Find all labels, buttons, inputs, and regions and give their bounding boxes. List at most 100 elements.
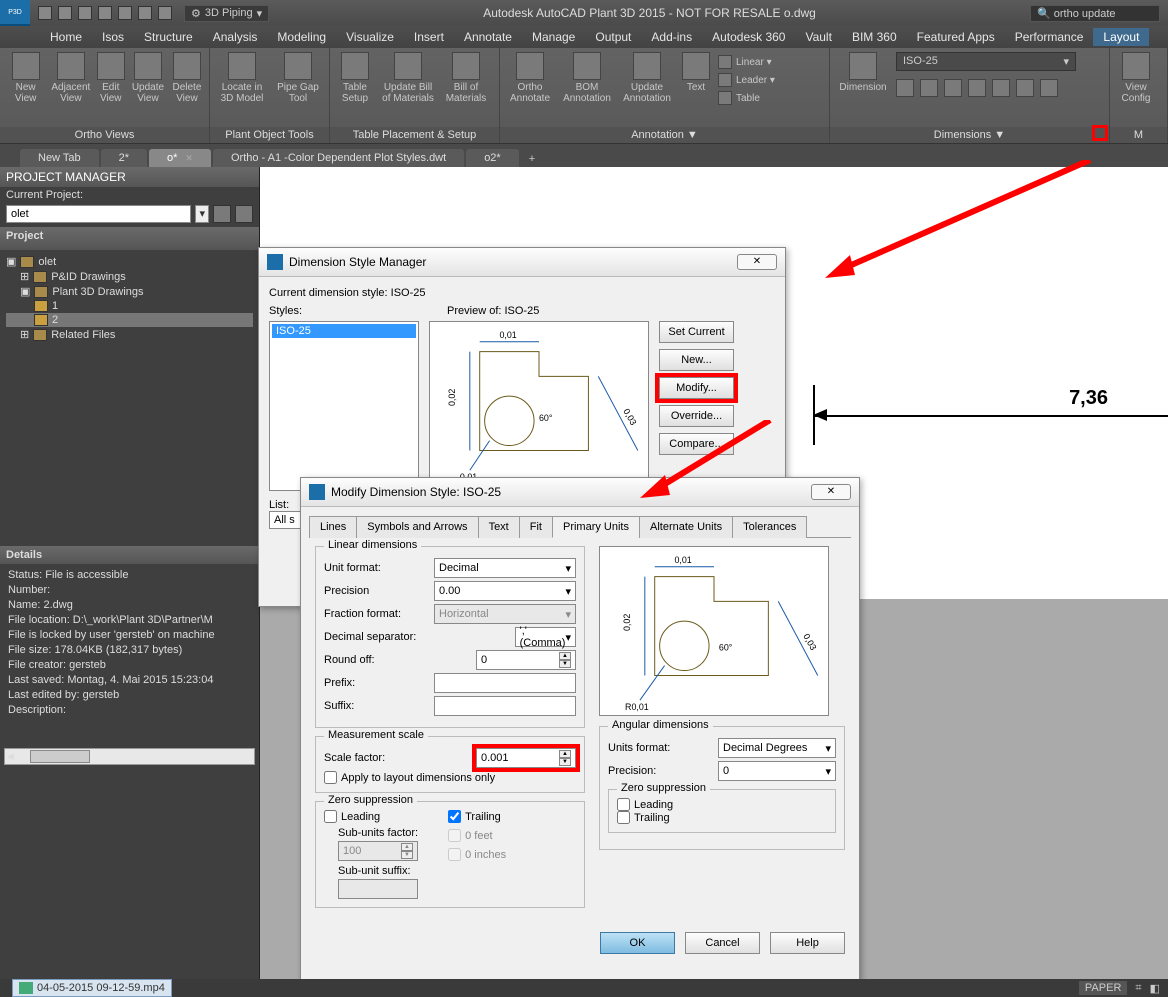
menu-addins[interactable]: Add-ins — [641, 28, 702, 46]
tab-text[interactable]: Text — [478, 516, 520, 538]
qat-saveas-icon[interactable] — [98, 6, 112, 20]
tab-primary-units[interactable]: Primary Units — [552, 516, 640, 538]
app-menu-icon[interactable]: P3D — [0, 0, 30, 26]
tab-symbols[interactable]: Symbols and Arrows — [356, 516, 478, 538]
btn-linear[interactable]: Linear ▾ — [718, 54, 775, 70]
dim-icon-1[interactable] — [896, 79, 914, 97]
tab-close-icon[interactable]: ✕ — [185, 153, 193, 163]
ang-trailing-checkbox[interactable] — [617, 811, 630, 824]
menu-featured[interactable]: Featured Apps — [907, 28, 1005, 46]
tab-2[interactable]: 2* — [101, 149, 147, 167]
space-toggle[interactable]: PAPER — [1079, 981, 1127, 995]
qat-undo-icon[interactable] — [138, 6, 152, 20]
menu-home[interactable]: Home — [40, 28, 92, 46]
btn-leader[interactable]: Leader ▾ — [718, 72, 775, 88]
btn-text[interactable]: Text — [680, 52, 712, 93]
scale-factor-input[interactable]: 0.001▲▼ — [476, 748, 576, 768]
tab-new[interactable]: New Tab — [20, 149, 99, 167]
btn-update-bom[interactable]: Update Bill of Materials — [380, 52, 436, 104]
tab-o[interactable]: o*✕ — [149, 149, 211, 167]
refresh-icon[interactable] — [213, 205, 231, 223]
cancel-button[interactable]: Cancel — [685, 932, 760, 954]
btn-table-setup[interactable]: Table Setup — [336, 52, 374, 104]
btn-update-annotation[interactable]: Update Annotation — [620, 52, 674, 104]
status-icon[interactable]: ◧ — [1150, 982, 1160, 995]
menu-manage[interactable]: Manage — [522, 28, 585, 46]
tab-fit[interactable]: Fit — [519, 516, 553, 538]
btn-update-view[interactable]: Update View — [131, 52, 165, 104]
btn-new-view[interactable]: New View — [6, 52, 45, 104]
btn-delete-view[interactable]: Delete View — [171, 52, 203, 104]
close-icon[interactable]: ✕ — [737, 254, 777, 270]
tab-add[interactable]: + — [521, 151, 543, 167]
set-current-button[interactable]: Set Current — [659, 321, 734, 343]
menu-a360[interactable]: Autodesk 360 — [702, 28, 795, 46]
ok-button[interactable]: OK — [600, 932, 675, 954]
tab-lines[interactable]: Lines — [309, 516, 357, 538]
new-button[interactable]: New... — [659, 349, 734, 371]
dim-icon-3[interactable] — [944, 79, 962, 97]
menu-performance[interactable]: Performance — [1005, 28, 1094, 46]
menu-bim360[interactable]: BIM 360 — [842, 28, 907, 46]
btn-table[interactable]: Table — [718, 90, 775, 106]
dim-icon-2[interactable] — [920, 79, 938, 97]
chevron-down-icon[interactable]: ▾ — [195, 205, 209, 223]
details-scrollbar[interactable]: ◄ — [4, 748, 255, 765]
help-button[interactable]: Help — [770, 932, 845, 954]
btn-pipe-gap[interactable]: Pipe Gap Tool — [274, 52, 322, 104]
menu-modeling[interactable]: Modeling — [267, 28, 336, 46]
qat-new-icon[interactable] — [38, 6, 52, 20]
qat-redo-icon[interactable] — [158, 6, 172, 20]
qat-open-icon[interactable] — [58, 6, 72, 20]
ang-leading-checkbox[interactable] — [617, 798, 630, 811]
menu-isos[interactable]: Isos — [92, 28, 134, 46]
modify-button[interactable]: Modify... — [659, 377, 734, 399]
precision-combo[interactable]: 0.00▾ — [434, 581, 576, 601]
project-tree[interactable]: ▣olet ⊞P&ID Drawings ▣Plant 3D Drawings … — [0, 250, 259, 346]
round-input[interactable]: 0▲▼ — [476, 650, 576, 670]
tab-o2[interactable]: o2* — [466, 149, 519, 167]
leading-checkbox[interactable] — [324, 810, 337, 823]
gear-icon[interactable] — [235, 205, 253, 223]
suffix-input[interactable] — [434, 696, 576, 716]
btn-adjacent-view[interactable]: Adjacent View — [51, 52, 90, 104]
ang-format-combo[interactable]: Decimal Degrees▾ — [718, 738, 836, 758]
menu-vault[interactable]: Vault — [795, 28, 841, 46]
btn-view-config[interactable]: View Config — [1116, 52, 1156, 104]
menu-visualize[interactable]: Visualize — [336, 28, 404, 46]
qat-plot-icon[interactable] — [118, 6, 132, 20]
btn-locate-3d[interactable]: Locate in 3D Model — [216, 52, 268, 104]
tab-ortho[interactable]: Ortho - A1 -Color Dependent Plot Styles.… — [213, 149, 464, 167]
group-annotation[interactable]: Annotation ▼ — [500, 127, 829, 143]
styles-list[interactable]: ISO-25 — [269, 321, 419, 491]
tab-tolerances[interactable]: Tolerances — [732, 516, 807, 538]
trailing-checkbox[interactable] — [448, 810, 461, 823]
dim-icon-7[interactable] — [1040, 79, 1058, 97]
tab-alternate[interactable]: Alternate Units — [639, 516, 733, 538]
unit-format-combo[interactable]: Decimal▾ — [434, 558, 576, 578]
btn-dimension[interactable]: Dimension — [836, 52, 890, 93]
search-input[interactable]: 🔍 ortho update — [1030, 5, 1160, 22]
menu-insert[interactable]: Insert — [404, 28, 454, 46]
menu-layout[interactable]: Layout — [1093, 28, 1149, 46]
current-project-combo[interactable] — [6, 205, 191, 223]
taskbar-file[interactable]: 04-05-2015 09-12-59.mp4 — [12, 979, 172, 997]
panel-expand-button[interactable] — [1092, 125, 1108, 141]
dim-icon-6[interactable] — [1016, 79, 1034, 97]
btn-bom-annotation[interactable]: BOM Annotation — [560, 52, 614, 104]
override-button[interactable]: Override... — [659, 405, 734, 427]
menu-output[interactable]: Output — [585, 28, 641, 46]
workspace-combo[interactable]: ⚙ 3D Piping ▾ — [184, 5, 269, 22]
qat-save-icon[interactable] — [78, 6, 92, 20]
apply-layout-checkbox[interactable] — [324, 771, 337, 784]
btn-edit-view[interactable]: Edit View — [96, 52, 125, 104]
menu-annotate[interactable]: Annotate — [454, 28, 522, 46]
btn-bom[interactable]: Bill of Materials — [442, 52, 490, 104]
prefix-input[interactable] — [434, 673, 576, 693]
dim-style-combo[interactable]: ISO-25▾ — [896, 52, 1076, 71]
group-dimensions[interactable]: Dimensions ▼ — [830, 127, 1109, 143]
ang-precision-combo[interactable]: 0▾ — [718, 761, 836, 781]
menu-analysis[interactable]: Analysis — [203, 28, 268, 46]
dim-icon-4[interactable] — [968, 79, 986, 97]
status-icon[interactable]: ⌗ — [1135, 982, 1141, 995]
